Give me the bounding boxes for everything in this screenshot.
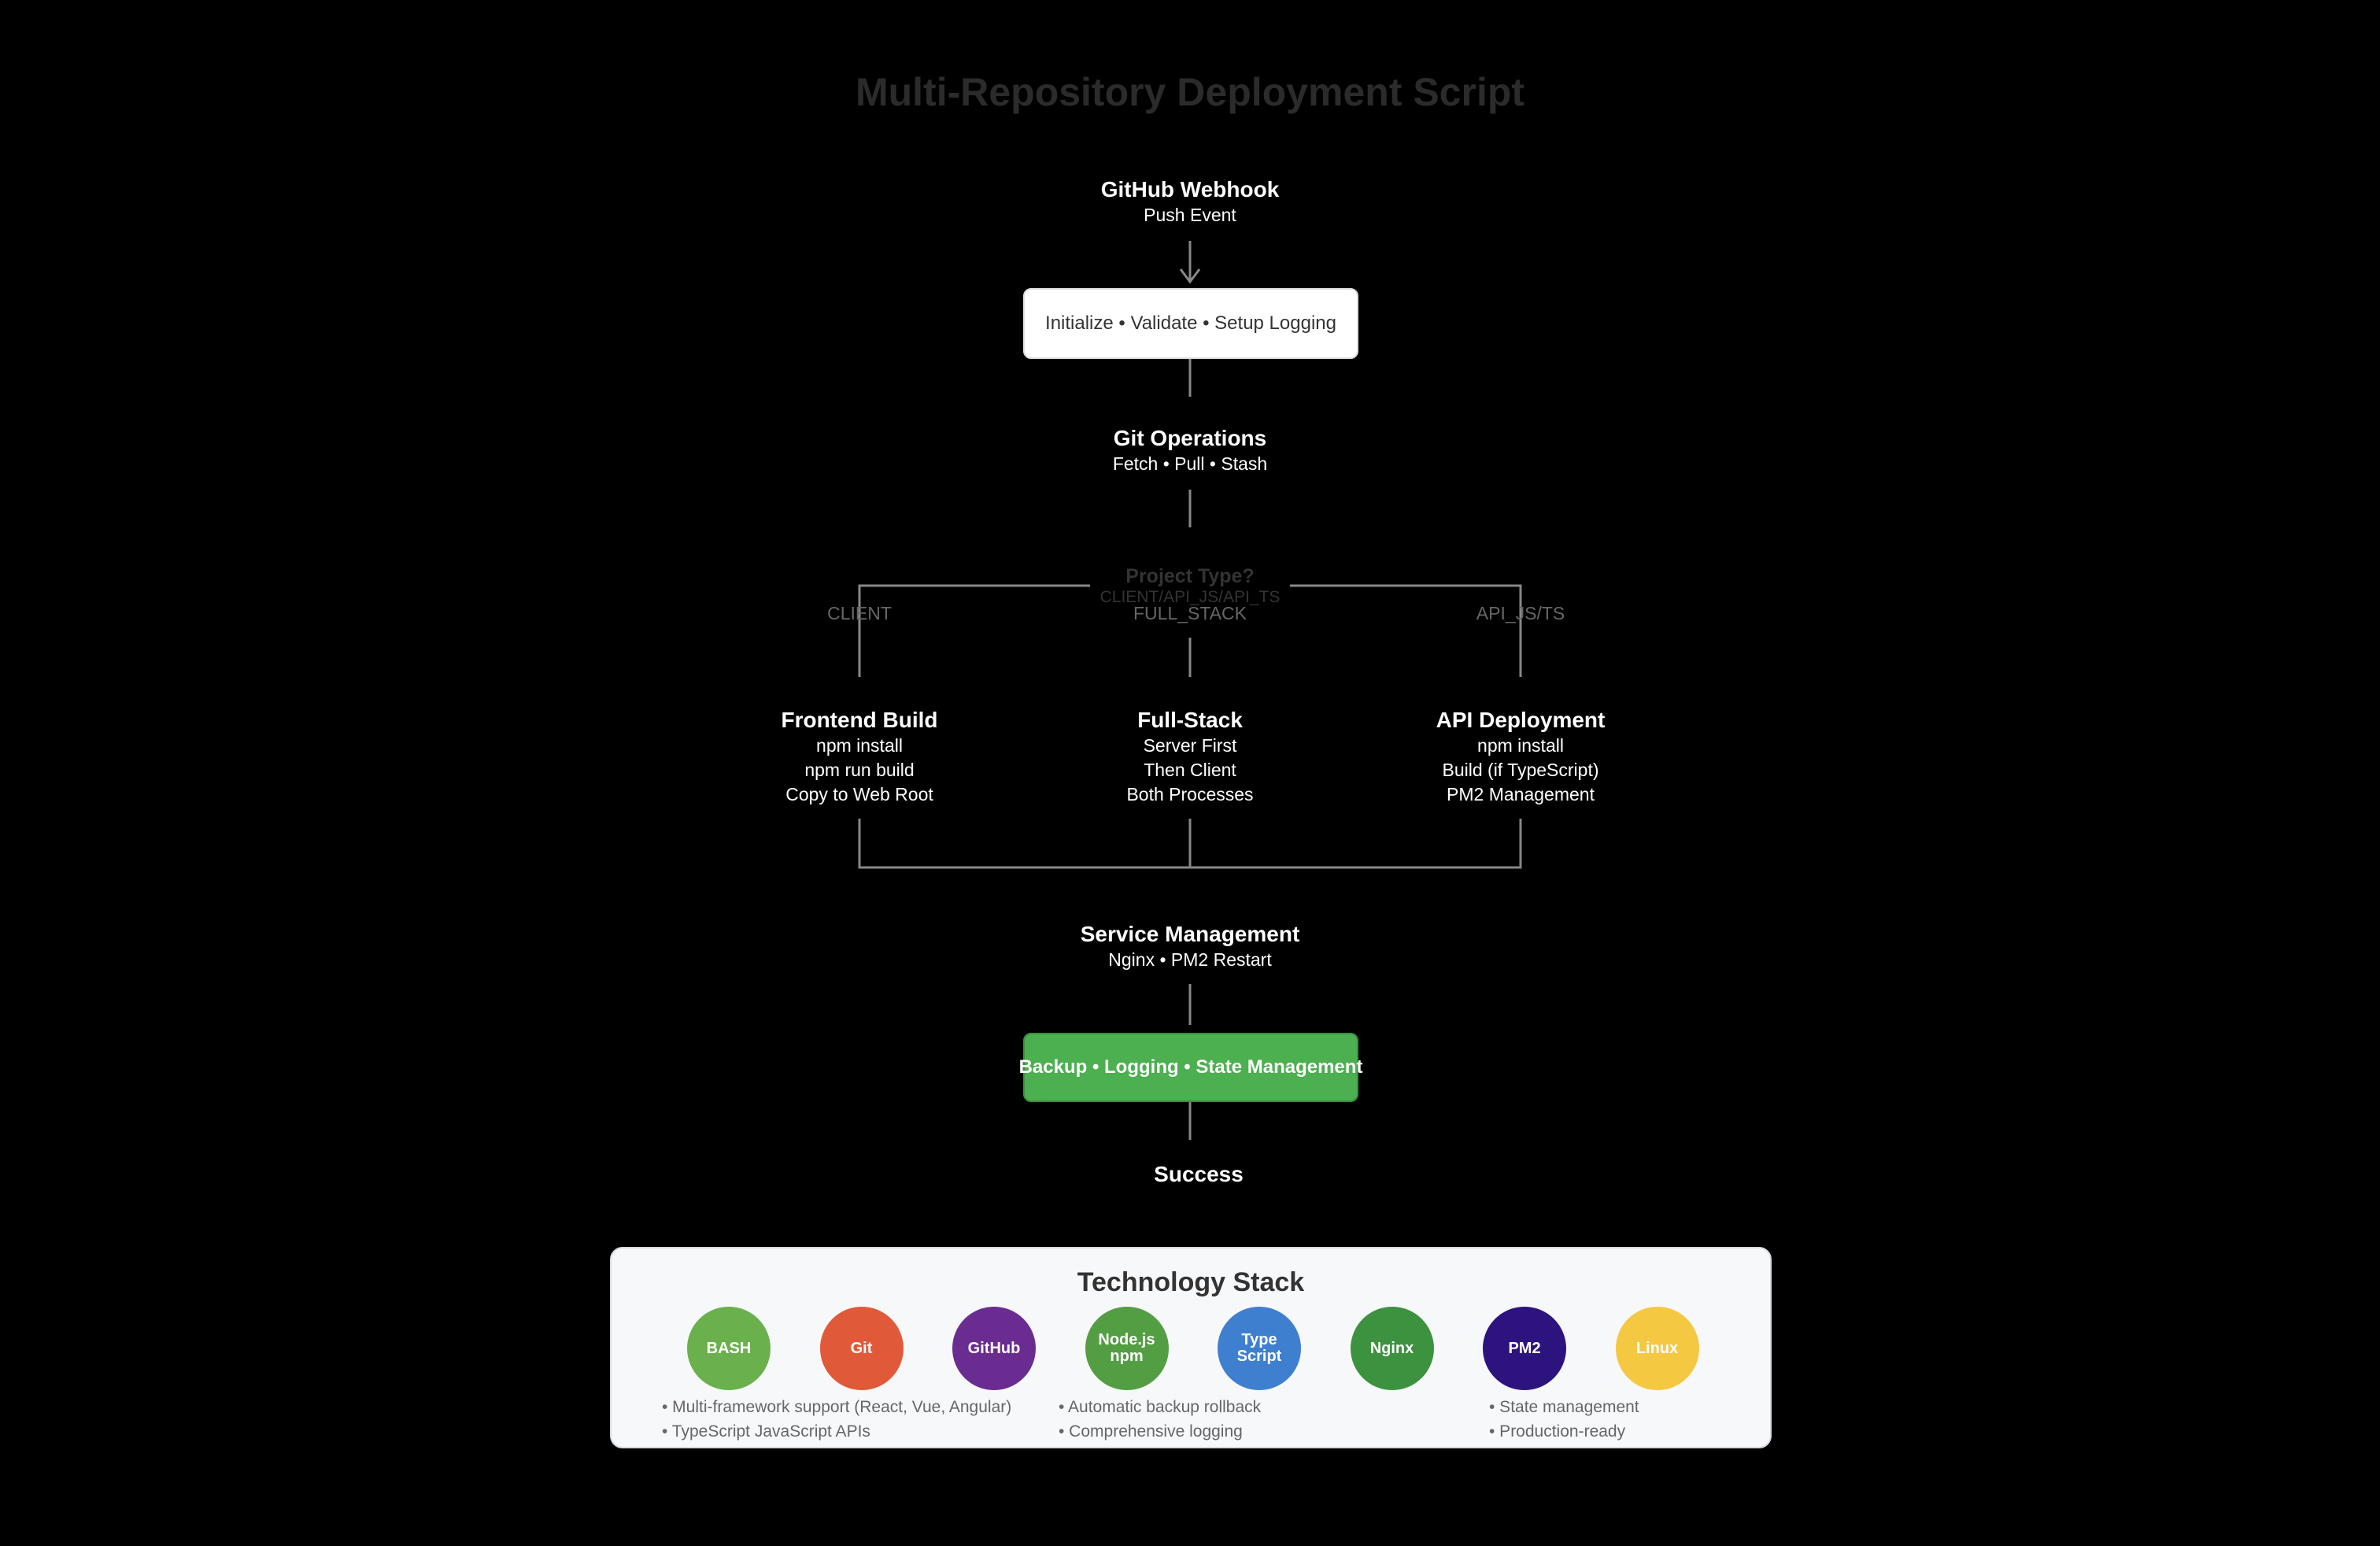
api-title: API Deployment [1436,708,1606,732]
decision-node: Project Type? CLIENT/API_JS/API_TS [1100,565,1281,607]
feature-item: • Comprehensive logging [1059,1422,1243,1441]
fullstack-title: Full-Stack [1137,708,1243,732]
tech-icon-label: GitHub [967,1339,1021,1357]
api-line: Build (if TypeScript) [1442,760,1599,780]
tech-icon-nodejs-npm: Node.js npm [1085,1307,1169,1390]
branch-label-client: CLIENT [827,603,892,623]
service-subtitle: Nginx • PM2 Restart [1108,949,1272,970]
branch-label-api: API_JS/TS [1476,603,1565,623]
git-operations-subtitle: Fetch • Pull • Stash [1112,453,1268,474]
frontend-line: Copy to Web Root [785,784,933,804]
feature-item: • TypeScript JavaScript APIs [662,1422,870,1441]
fullstack-line: Both Processes [1126,784,1254,804]
frontend-title: Frontend Build [781,708,938,732]
tech-icon-label: Type Script [1236,1331,1282,1365]
features-middle: • Automatic backup rollback • Comprehens… [1059,1395,1261,1444]
tech-icon-type-script: Type Script [1218,1307,1301,1390]
feature-item: • Production-ready [1489,1422,1626,1441]
fullstack-line: Then Client [1144,760,1236,780]
fullstack-line: Server First [1143,735,1237,756]
features-right: • State management • Production-ready [1489,1395,1639,1444]
webhook-subtitle: Push Event [1144,205,1236,225]
features-left: • Multi-framework support (React, Vue, A… [662,1395,1011,1444]
branch-line-client [858,584,1090,677]
technology-stack-panel: Technology Stack BASH Git GitHub Node.js np… [610,1247,1772,1448]
decision-title: Project Type? [1125,565,1255,587]
webhook-node: GitHub Webhook Push Event [1101,176,1280,227]
branch-label-fullstack: FULL_STACK [1133,603,1247,623]
init-box: Initialize • Validate • Setup Logging [1023,288,1358,359]
tech-icon-bash: BASH [687,1307,771,1390]
webhook-title: GitHub Webhook [1100,177,1280,202]
success-node: Success [1154,1162,1244,1186]
tech-icon-linux: Linux [1615,1307,1699,1390]
fullstack-node: Full-Stack Server First Then Client Both… [1126,707,1253,807]
tech-icon-git: Git [819,1307,904,1390]
tech-icon-github: GitHub [952,1307,1036,1390]
tech-icon-pm2: PM2 [1483,1307,1566,1390]
tech-icon-label: PM2 [1508,1339,1541,1357]
frontend-build-node: Frontend Build npm install npm run build… [781,707,937,807]
frontend-line: npm install [816,735,903,756]
api-line: PM2 Management [1447,784,1595,804]
tech-icon-label: Nginx [1369,1339,1414,1357]
tech-icon-label: Node.js npm [1098,1331,1155,1365]
branch-line-api [1290,584,1522,677]
feature-item: • Automatic backup rollback [1059,1398,1262,1416]
tech-icon-label: Git [850,1339,873,1357]
tech-icon-label: Linux [1635,1339,1679,1357]
git-operations-title: Git Operations [1113,426,1267,450]
tech-icon-nginx: Nginx [1350,1307,1434,1390]
page-title: Multi-Repository Deployment Script [855,70,1525,114]
backup-box: Backup • Logging • State Management [1019,1033,1362,1102]
technology-stack-title: Technology Stack [1077,1267,1305,1297]
feature-item: • State management [1489,1398,1639,1416]
service-management-node: Service Management Nginx • PM2 Restart [1081,921,1300,972]
tech-icon-label: BASH [706,1339,752,1357]
git-operations-node: Git Operations Fetch • Pull • Stash [1113,425,1267,476]
api-line: npm install [1477,735,1564,756]
diagram-canvas: Multi-Repository Deployment Script GitHu… [0,0,2380,1546]
feature-item: • Multi-framework support (React, Vue, A… [662,1398,1012,1416]
api-deployment-node: API Deployment npm install Build (if Typ… [1436,707,1606,807]
service-title: Service Management [1080,922,1300,946]
frontend-line: npm run build [804,760,915,780]
